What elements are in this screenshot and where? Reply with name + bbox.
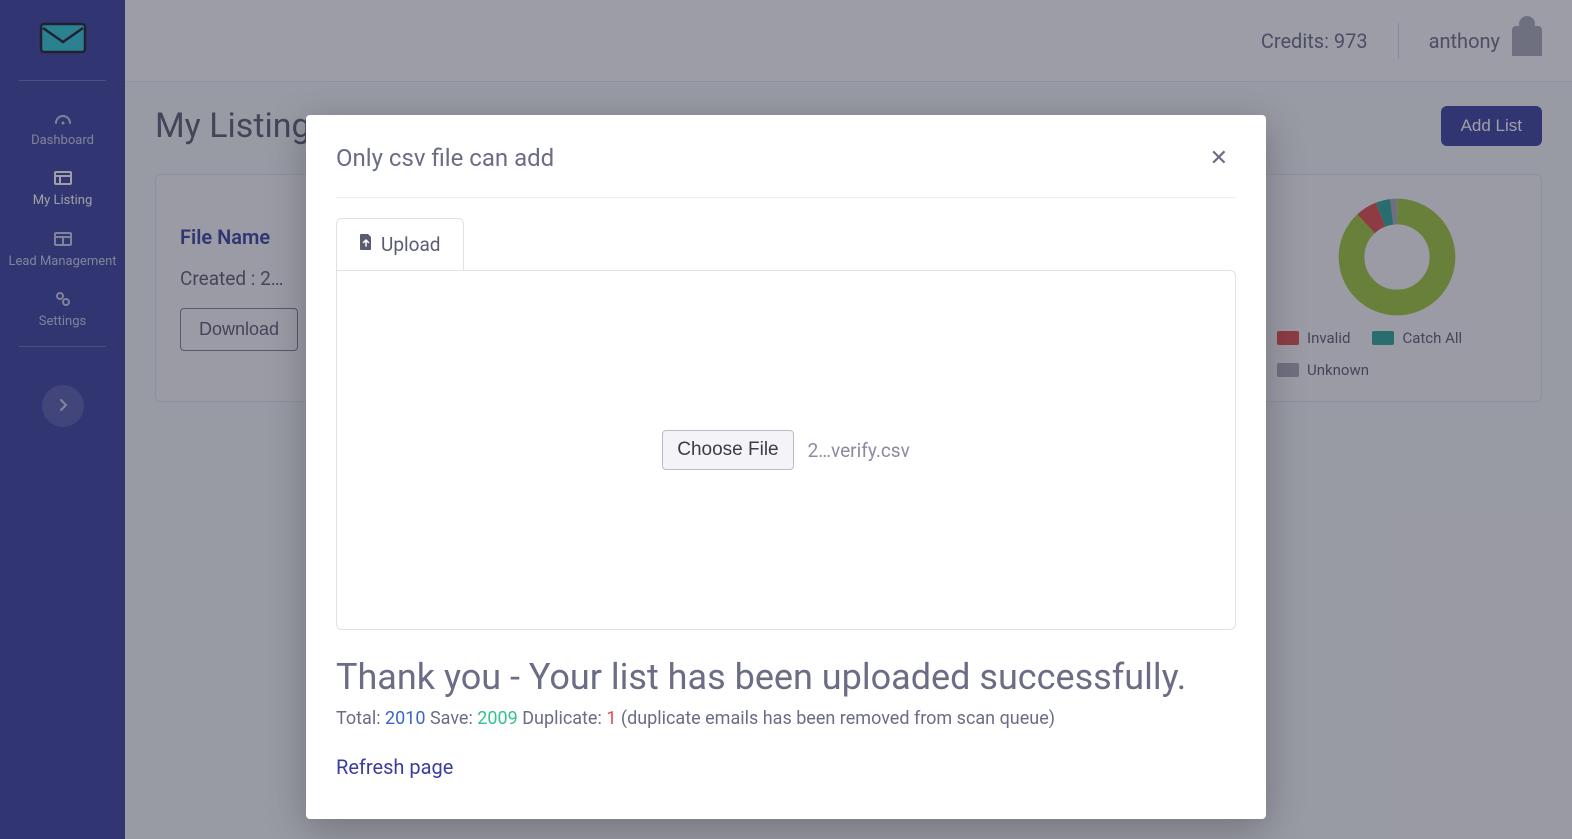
- upload-success-message: Thank you - Your list has been uploaded …: [336, 656, 1236, 698]
- modal-tabs: Upload: [336, 218, 1236, 270]
- upload-dropzone[interactable]: Choose File 2…verify.csv: [336, 270, 1236, 630]
- duplicate-note: (duplicate emails has been removed from …: [621, 708, 1055, 729]
- total-value: 2010: [385, 708, 425, 729]
- modal-close-button[interactable]: ✕: [1202, 141, 1236, 175]
- tab-upload[interactable]: Upload: [336, 218, 464, 270]
- tab-label: Upload: [381, 233, 441, 256]
- save-value: 2009: [477, 708, 517, 729]
- selected-filename: 2…verify.csv: [808, 439, 910, 462]
- save-label: Save:: [430, 708, 473, 729]
- upload-summary: Total: 2010 Save: 2009 Duplicate: 1 (dup…: [336, 708, 1236, 729]
- modal-overlay[interactable]: Only csv file can add ✕ Upload Choose Fi…: [0, 0, 1572, 839]
- choose-file-button[interactable]: Choose File: [662, 430, 793, 470]
- duplicate-value: 1: [606, 708, 616, 729]
- file-upload-icon: [359, 233, 373, 256]
- total-label: Total:: [336, 708, 381, 729]
- refresh-page-link[interactable]: Refresh page: [336, 755, 453, 779]
- close-icon: ✕: [1210, 145, 1228, 170]
- upload-modal: Only csv file can add ✕ Upload Choose Fi…: [306, 115, 1266, 819]
- modal-title: Only csv file can add: [336, 144, 554, 172]
- duplicate-label: Duplicate:: [522, 708, 602, 729]
